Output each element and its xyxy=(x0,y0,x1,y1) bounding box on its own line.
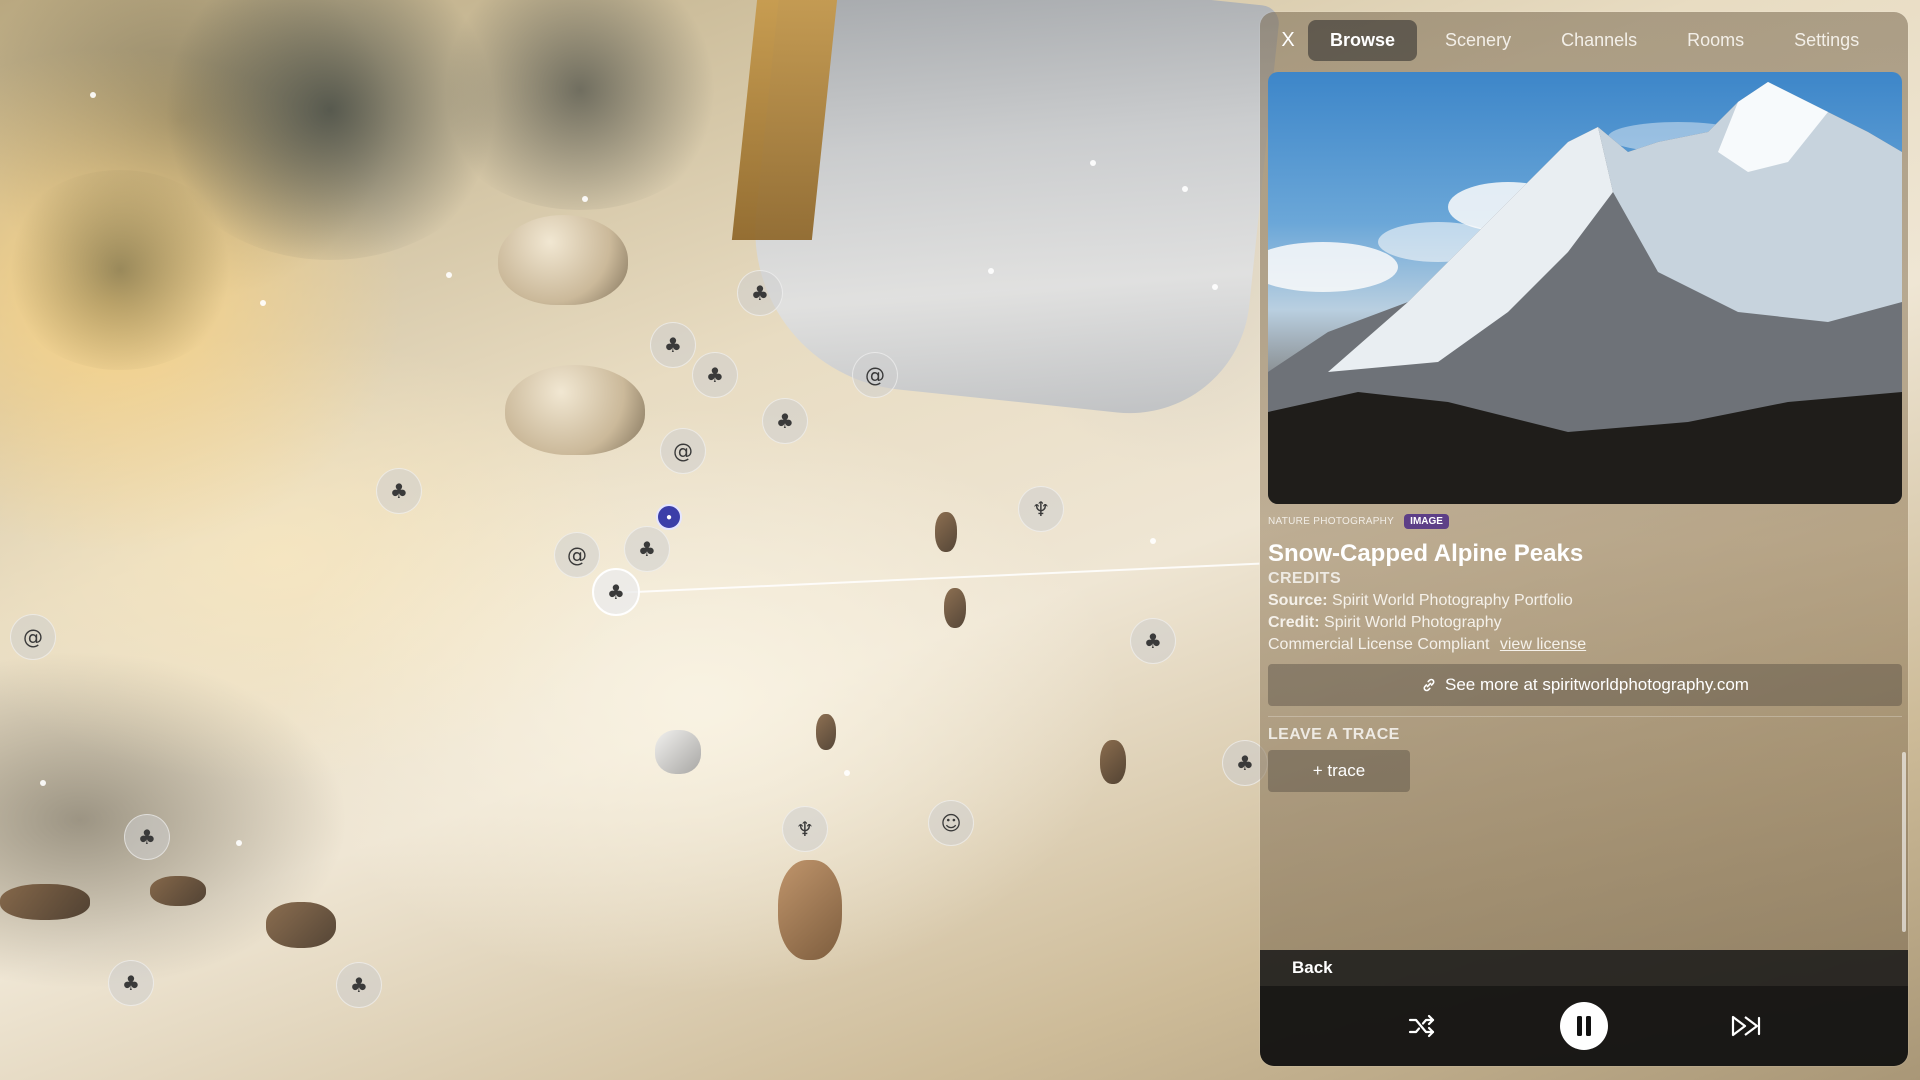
tab-browse[interactable]: Browse xyxy=(1308,19,1418,61)
shuffle-icon[interactable] xyxy=(1400,1004,1444,1048)
trees-icon[interactable]: ♣ xyxy=(592,568,640,616)
credits-heading: CREDITS xyxy=(1268,570,1342,587)
item-title: Snow-Capped Alpine Peaks xyxy=(1268,540,1584,567)
back-bar: Back xyxy=(1260,950,1908,986)
featured-image xyxy=(1268,72,1902,504)
item-meta: NATURE PHOTOGRAPHY IMAGE xyxy=(1268,512,1449,530)
animal-figure[interactable] xyxy=(935,512,957,552)
spiral-icon[interactable]: @ xyxy=(852,352,898,398)
skip-forward-icon[interactable] xyxy=(1724,1004,1768,1048)
scrollbar[interactable] xyxy=(1902,752,1906,932)
see-more-button[interactable]: See more at spiritworldphotography.com xyxy=(1268,664,1902,706)
spiral-icon[interactable]: @ xyxy=(554,532,600,578)
trees-icon[interactable]: ♣ xyxy=(108,960,154,1006)
mountain-illustration xyxy=(1268,82,1902,504)
source-label: Source: xyxy=(1268,592,1328,609)
animal-figure[interactable] xyxy=(0,884,90,920)
category-label: NATURE PHOTOGRAPHY xyxy=(1268,515,1395,527)
spiral-icon[interactable]: @ xyxy=(660,428,706,474)
type-badge: IMAGE xyxy=(1404,513,1449,529)
connection-line xyxy=(612,562,1260,594)
deer-figure[interactable] xyxy=(778,860,842,960)
pine-trees xyxy=(0,170,240,370)
license-text: Commercial License Compliant xyxy=(1268,636,1490,653)
spiral-icon[interactable]: @ xyxy=(10,614,56,660)
trees-icon[interactable]: ♣ xyxy=(376,468,422,514)
animal-figure[interactable] xyxy=(816,714,836,750)
playback-controls xyxy=(1260,986,1908,1066)
back-button[interactable]: Back xyxy=(1292,958,1333,978)
animal-figure[interactable] xyxy=(150,876,206,906)
pause-icon[interactable] xyxy=(1560,1002,1608,1050)
animal-figure[interactable] xyxy=(1100,740,1126,784)
close-icon[interactable]: X xyxy=(1268,20,1308,60)
tab-rooms[interactable]: Rooms xyxy=(1665,20,1766,61)
trees-icon[interactable]: ♣ xyxy=(1130,618,1176,664)
browse-panel: X Browse Scenery Channels Rooms Settings… xyxy=(1260,12,1908,1066)
credit-value: Spirit World Photography xyxy=(1324,614,1502,631)
trees-icon[interactable]: ♣ xyxy=(762,398,808,444)
trees-icon[interactable]: ♣ xyxy=(124,814,170,860)
source-value: Spirit World Photography Portfolio xyxy=(1332,592,1573,609)
animal-figure[interactable] xyxy=(655,730,701,774)
credit-credit: Credit: Spirit World Photography xyxy=(1268,614,1502,632)
jellyfish-icon[interactable]: ♆ xyxy=(782,806,828,852)
trees-icon[interactable]: ♣ xyxy=(650,322,696,368)
animal-figure[interactable] xyxy=(944,588,966,628)
see-more-label: See more at spiritworldphotography.com xyxy=(1445,675,1749,694)
divider xyxy=(1268,716,1902,717)
jellyfish-icon[interactable]: ♆ xyxy=(1018,486,1064,532)
boulder xyxy=(505,365,645,455)
credit-source: Source: Spirit World Photography Portfol… xyxy=(1268,592,1573,610)
boulder xyxy=(498,215,628,305)
animal-figure[interactable] xyxy=(266,902,336,948)
tab-scenery[interactable]: Scenery xyxy=(1423,20,1533,61)
view-license-link[interactable]: view license xyxy=(1500,636,1586,653)
tab-bar: X Browse Scenery Channels Rooms Settings xyxy=(1260,12,1908,68)
license-line: Commercial License Compliant view licens… xyxy=(1268,636,1586,654)
add-trace-button[interactable]: + trace xyxy=(1268,750,1410,792)
trees-icon[interactable]: ♣ xyxy=(692,352,738,398)
trees-icon[interactable]: ♣ xyxy=(737,270,783,316)
credit-label: Credit: xyxy=(1268,614,1320,631)
cat-icon[interactable]: ☺ xyxy=(928,800,974,846)
player-avatar[interactable]: ● xyxy=(656,504,682,530)
link-icon xyxy=(1423,678,1435,692)
tab-channels[interactable]: Channels xyxy=(1539,20,1659,61)
trees-icon[interactable]: ♣ xyxy=(624,526,670,572)
tab-settings[interactable]: Settings xyxy=(1772,20,1881,61)
leave-trace-heading: LEAVE A TRACE xyxy=(1268,726,1400,743)
trees-icon[interactable]: ♣ xyxy=(336,962,382,1008)
